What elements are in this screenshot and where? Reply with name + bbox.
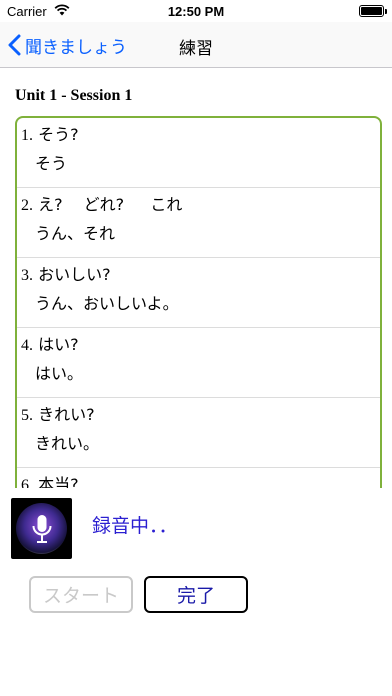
item-answer: うん、それ: [35, 224, 116, 243]
list-item[interactable]: 6. 本当?: [17, 468, 380, 488]
recorder-panel: 録音中．． スタート 完了: [0, 488, 392, 696]
item-question: はい?: [38, 335, 79, 354]
list-item[interactable]: 1. そう? そう: [17, 118, 380, 188]
list-item[interactable]: 5. きれい? きれい。: [17, 398, 380, 468]
phrase-list[interactable]: 1. そう? そう 2. え? どれ? これ うん、それ 3. おいしい? うん…: [15, 116, 382, 488]
microphone-glyph: [32, 514, 51, 543]
item-question: おいしい?: [38, 265, 111, 284]
item-question: きれい?: [38, 405, 95, 424]
item-answer: うん、おいしいよ。: [35, 294, 179, 313]
back-button[interactable]: 聞きましょう: [8, 32, 127, 58]
navigation-bar: 聞きましょう 練習: [0, 22, 392, 68]
recording-status: 録音中．．: [92, 515, 178, 537]
battery-tip: [385, 9, 387, 14]
item-number: 2.: [21, 197, 33, 214]
battery-level: [361, 7, 382, 15]
list-item[interactable]: 4. はい? はい。: [17, 328, 380, 398]
item-question: 本当?: [38, 475, 79, 488]
item-number: 3.: [21, 267, 33, 284]
done-button[interactable]: 完了: [144, 576, 248, 613]
microphone-icon: [16, 503, 67, 554]
item-question: え? どれ? これ: [38, 195, 183, 214]
chevron-left-icon: [8, 34, 21, 56]
list-item[interactable]: 3. おいしい? うん、おいしいよ。: [17, 258, 380, 328]
item-number: 1.: [21, 127, 33, 144]
start-button[interactable]: スタート: [29, 576, 133, 613]
back-button-label: 聞きましょう: [25, 37, 127, 58]
item-answer: はい。: [35, 364, 84, 383]
session-title: Unit 1 - Session 1: [15, 87, 133, 104]
item-answer: きれい。: [35, 434, 100, 453]
microphone-button[interactable]: [11, 498, 72, 559]
item-number: 6.: [21, 477, 33, 488]
status-time: 12:50 PM: [167, 4, 225, 19]
item-question: そう?: [38, 125, 79, 144]
list-item[interactable]: 2. え? どれ? これ うん、それ: [17, 188, 380, 258]
item-answer: そう: [35, 154, 68, 173]
status-bar: Carrier 12:50 PM: [0, 0, 392, 22]
item-number: 4.: [21, 337, 33, 354]
battery-icon: [359, 5, 384, 17]
item-number: 5.: [21, 407, 33, 424]
